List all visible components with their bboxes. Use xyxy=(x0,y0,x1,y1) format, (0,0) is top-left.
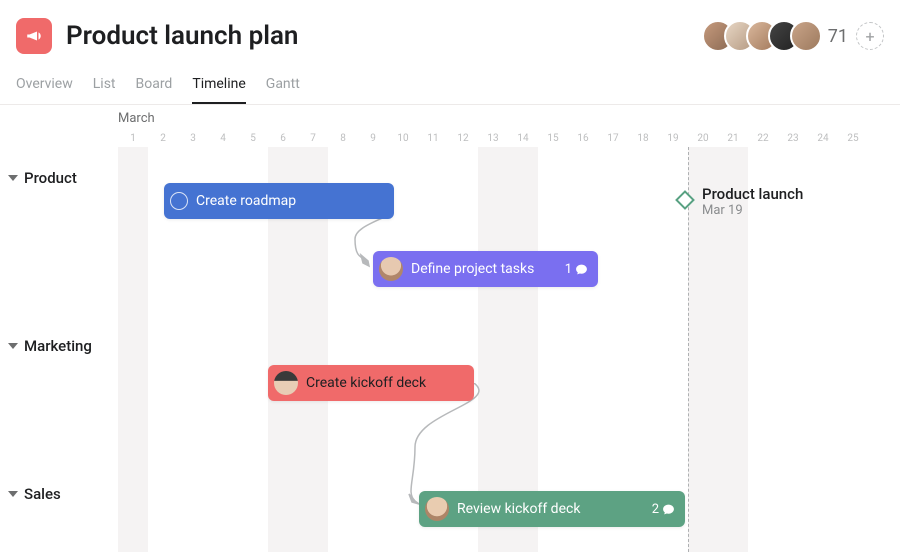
header-right: 71 + xyxy=(702,20,884,52)
task-create-kickoff-deck[interactable]: Create kickoff deck xyxy=(268,365,474,401)
date-tick: 17 xyxy=(598,133,628,147)
date-tick: 12 xyxy=(448,133,478,147)
date-tick: 8 xyxy=(328,133,358,147)
sections-sidebar: Product Marketing Sales xyxy=(0,105,118,552)
date-tick: 6 xyxy=(268,133,298,147)
chevron-down-icon xyxy=(8,341,18,351)
date-tick: 14 xyxy=(508,133,538,147)
project-icon xyxy=(16,18,52,54)
task-label: Create kickoff deck xyxy=(306,375,426,391)
date-tick: 7 xyxy=(298,133,328,147)
task-label: Define project tasks xyxy=(411,261,534,277)
tab-overview[interactable]: Overview xyxy=(16,68,73,104)
date-tick: 1 xyxy=(118,133,148,147)
completion-circle-icon[interactable] xyxy=(170,192,188,210)
chevron-down-icon xyxy=(8,173,18,183)
date-tick: 3 xyxy=(178,133,208,147)
member-avatars[interactable] xyxy=(702,20,822,52)
date-tick: 5 xyxy=(238,133,268,147)
today-indicator xyxy=(688,147,689,552)
date-tick: 19 xyxy=(658,133,688,147)
month-label: March xyxy=(118,111,155,126)
date-tick: 24 xyxy=(808,133,838,147)
task-label: Review kickoff deck xyxy=(457,501,580,517)
date-tick: 15 xyxy=(538,133,568,147)
assignee-avatar[interactable] xyxy=(379,257,403,281)
header: Product launch plan 71 + xyxy=(0,0,900,68)
section-label: Marketing xyxy=(24,337,92,355)
date-tick: 2 xyxy=(148,133,178,147)
date-tick: 21 xyxy=(718,133,748,147)
task-label: Create roadmap xyxy=(196,193,296,209)
speech-bubble-icon xyxy=(575,263,588,276)
section-label: Sales xyxy=(24,485,61,503)
chevron-down-icon xyxy=(8,489,18,499)
date-axis: 1 2 3 4 5 6 7 8 9 10 11 12 13 14 15 16 1… xyxy=(118,133,900,147)
task-comments[interactable]: 2 xyxy=(652,502,675,517)
comment-count: 2 xyxy=(652,502,659,517)
section-header-sales[interactable]: Sales xyxy=(0,471,118,517)
date-tick: 18 xyxy=(628,133,658,147)
milestone-date: Mar 19 xyxy=(702,203,803,218)
assignee-avatar[interactable] xyxy=(274,371,298,395)
tab-list[interactable]: List xyxy=(93,68,116,104)
comment-count: 1 xyxy=(565,262,572,277)
milestone-title: Product launch xyxy=(702,185,803,203)
date-tick: 16 xyxy=(568,133,598,147)
date-tick: 25 xyxy=(838,133,868,147)
date-tick: 23 xyxy=(778,133,808,147)
page-title: Product launch plan xyxy=(66,21,298,51)
view-tabs: Overview List Board Timeline Gantt xyxy=(0,68,900,105)
task-define-project-tasks[interactable]: Define project tasks 1 xyxy=(373,251,598,287)
date-tick: 4 xyxy=(208,133,238,147)
tab-gantt[interactable]: Gantt xyxy=(266,68,300,104)
date-tick: 22 xyxy=(748,133,778,147)
date-tick: 20 xyxy=(688,133,718,147)
weekend-shade xyxy=(118,147,148,552)
date-tick: 9 xyxy=(358,133,388,147)
avatar[interactable] xyxy=(790,20,822,52)
speech-bubble-icon xyxy=(662,503,675,516)
date-tick: 11 xyxy=(418,133,448,147)
member-overflow-count[interactable]: 71 xyxy=(828,26,848,47)
task-comments[interactable]: 1 xyxy=(565,262,588,277)
tab-board[interactable]: Board xyxy=(136,68,173,104)
assignee-avatar[interactable] xyxy=(425,497,449,521)
tab-timeline[interactable]: Timeline xyxy=(192,68,245,104)
milestone-product-launch[interactable]: Product launch Mar 19 xyxy=(702,185,803,218)
task-create-roadmap[interactable]: Create roadmap xyxy=(164,183,394,219)
section-label: Product xyxy=(24,169,77,187)
add-member-button[interactable]: + xyxy=(856,22,884,50)
date-tick: 10 xyxy=(388,133,418,147)
section-header-marketing[interactable]: Marketing xyxy=(0,323,118,369)
timeline-area: March 1 2 3 4 5 6 7 8 9 10 11 12 13 14 1… xyxy=(0,105,900,552)
date-tick: 13 xyxy=(478,133,508,147)
section-header-product[interactable]: Product xyxy=(0,155,118,201)
task-review-kickoff-deck[interactable]: Review kickoff deck 2 xyxy=(419,491,685,527)
